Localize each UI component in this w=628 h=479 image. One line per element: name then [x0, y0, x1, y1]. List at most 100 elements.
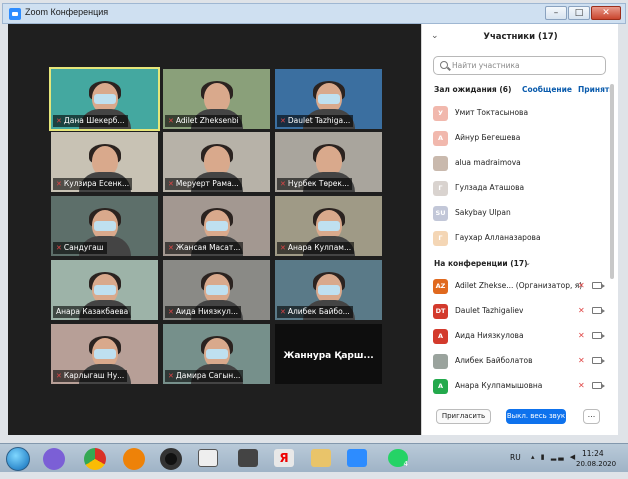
name-caption: ✕ Adilet Zheksenbi — [165, 115, 242, 127]
window-title: Zoom Конференция — [25, 7, 109, 17]
calendar-icon[interactable] — [198, 449, 218, 467]
participant-row[interactable]: У Умит Токтасынова — [422, 103, 612, 125]
participant-row[interactable]: SU Sakybay Ulpan — [422, 203, 612, 225]
printer-icon[interactable] — [238, 449, 258, 467]
participant-name: Меруерт Рама... — [175, 179, 239, 188]
mic-muted-icon: ✕ — [280, 308, 286, 316]
invite-button[interactable]: Пригласить — [436, 409, 491, 424]
face-mask — [205, 221, 228, 232]
language-indicator[interactable]: RU — [510, 453, 521, 462]
video-tile[interactable]: ✕ Карлыгаш Ну... — [51, 324, 158, 384]
name-caption: ✕ Кулзира Есенк... — [53, 178, 133, 190]
camera-icon[interactable] — [592, 382, 605, 389]
camera-icon[interactable] — [592, 307, 605, 314]
windows-taskbar: Я 4 RU ▴ ▮ ▂▃ ◀ 11:24 20.08.2020 — [0, 443, 628, 472]
whatsapp-icon[interactable]: 4 — [388, 449, 408, 468]
mic-muted-icon: ✕ — [56, 180, 62, 188]
chrome-icon[interactable] — [84, 448, 106, 470]
mic-muted-icon[interactable]: ✕ — [578, 331, 585, 340]
name-caption: ✕ Аида Ниязкул... — [165, 306, 241, 318]
scrollbar[interactable] — [610, 84, 614, 279]
avatar — [433, 354, 448, 369]
clock-time[interactable]: 11:24 — [582, 449, 604, 458]
video-tile[interactable]: ✕ Сандугаш — [51, 196, 158, 256]
video-tile[interactable]: ✕ Меруерт Рама... — [163, 132, 270, 192]
avatar: А — [433, 379, 448, 394]
participant-name: Аида Ниязкулова — [455, 331, 524, 340]
participant-row[interactable]: А Аида Ниязкулова ✕ — [422, 326, 612, 348]
participant-row[interactable]: Алибек Байболатов ✕ — [422, 351, 612, 373]
mic-muted-icon: ✕ — [168, 180, 174, 188]
participant-row[interactable]: AZ Adilet Zhekse... (Организатор, я) ✕ — [422, 276, 612, 298]
participant-name: Daulet Tazhigaliev — [455, 306, 524, 315]
video-tile[interactable]: Жаннура Қарш... — [275, 324, 382, 384]
video-tile[interactable]: ✕ Дамира Сагын... — [163, 324, 270, 384]
record-icon[interactable] — [160, 448, 182, 470]
mic-muted-icon: ✕ — [280, 244, 286, 252]
search-input[interactable] — [452, 59, 602, 72]
participant-row[interactable]: Г Гаухар Алланазарова — [422, 228, 612, 250]
participant-row[interactable]: Г Гулзада Аташова — [422, 178, 612, 200]
video-tile[interactable]: ✕ Daulet Tazhiga... — [275, 69, 382, 129]
face-mask — [317, 221, 340, 232]
video-tile[interactable]: ✕ Нұрбек Төрек... — [275, 132, 382, 192]
yandex-icon[interactable]: Я — [274, 449, 294, 467]
participant-row[interactable]: А Айнур Бегешева — [422, 128, 612, 150]
folder-icon[interactable] — [311, 449, 331, 467]
participant-name: Аида Ниязкул... — [175, 307, 238, 316]
video-tile[interactable]: ✕ Алибек Байбо... — [275, 260, 382, 320]
participant-row[interactable]: DT Daulet Tazhigaliev ✕ — [422, 301, 612, 323]
search-icon — [440, 61, 448, 69]
mic-muted-icon[interactable]: ✕ — [578, 381, 585, 390]
video-tile[interactable]: Анара Казакбаева — [51, 260, 158, 320]
start-button[interactable] — [6, 447, 30, 471]
video-tile[interactable]: ✕ Аида Ниязкул... — [163, 260, 270, 320]
participant-row[interactable]: alua madraimova — [422, 153, 612, 175]
participant-name: Daulet Tazhiga... — [287, 116, 351, 125]
in-meeting-header[interactable]: На конференции (17) — [434, 259, 528, 268]
name-caption: ✕ Жансая Масат... — [165, 242, 244, 254]
maximize-button[interactable]: □ — [568, 6, 590, 20]
participant-name: Гаухар Алланазарова — [455, 233, 541, 242]
waiting-room-header[interactable]: Зал ожидания (6) — [434, 85, 511, 94]
search-box[interactable] — [433, 56, 606, 75]
chevron-down-icon[interactable]: ⌄ — [525, 259, 531, 267]
zoom-icon — [9, 8, 21, 20]
camera-icon[interactable] — [592, 357, 605, 364]
minimize-button[interactable]: – — [545, 6, 567, 20]
video-tile[interactable]: ✕ Adilet Zheksenbi — [163, 69, 270, 129]
mic-muted-icon[interactable]: ✕ — [578, 281, 585, 290]
participants-panel: ⌄ Участники (17) Зал ожидания (6) Сообще… — [421, 24, 618, 435]
odnoklassniki-icon[interactable] — [123, 448, 145, 470]
participant-row[interactable]: А Анара Кулпамышовна ✕ — [422, 376, 612, 398]
name-caption: Анара Казакбаева — [53, 306, 132, 318]
video-tile[interactable]: ✕ Жансая Масат... — [163, 196, 270, 256]
camera-icon[interactable] — [592, 332, 605, 339]
name-caption: ✕ Daulet Tazhiga... — [277, 115, 354, 127]
name-caption: ✕ Сандугаш — [53, 242, 107, 254]
video-tile[interactable]: ✕ Анара Кулпам... — [275, 196, 382, 256]
admit-all-link[interactable]: Принять — [578, 85, 614, 94]
tray-icons[interactable]: ▴ ▮ ▂▃ ◀ — [531, 453, 577, 461]
mic-muted-icon[interactable]: ✕ — [578, 356, 585, 365]
mic-muted-icon[interactable]: ✕ — [578, 306, 585, 315]
face-mask — [205, 349, 228, 360]
video-tile[interactable]: ✕ Кулзира Есенк... — [51, 132, 158, 192]
avatar: Г — [433, 181, 448, 196]
alice-icon[interactable] — [43, 448, 65, 470]
mute-all-button[interactable]: Выкл. весь звук — [506, 409, 566, 424]
video-tile[interactable]: ✕ Дана Шекерб... — [49, 67, 160, 131]
name-caption: ✕ Меруерт Рама... — [165, 178, 242, 190]
message-link[interactable]: Сообщение — [522, 85, 572, 94]
more-button[interactable]: ... — [583, 409, 600, 424]
mic-muted-icon: ✕ — [280, 180, 286, 188]
face-mask — [205, 285, 228, 296]
face-mask — [93, 94, 116, 105]
zoom-taskbar-icon[interactable] — [347, 449, 367, 467]
participant-name: Дамира Сагын... — [175, 371, 241, 380]
clock-date[interactable]: 20.08.2020 — [576, 460, 616, 468]
close-button[interactable]: ✕ — [591, 6, 621, 20]
camera-icon[interactable] — [592, 282, 605, 289]
face-mask — [317, 285, 340, 296]
name-caption: ✕ Дамира Сагын... — [165, 370, 244, 382]
